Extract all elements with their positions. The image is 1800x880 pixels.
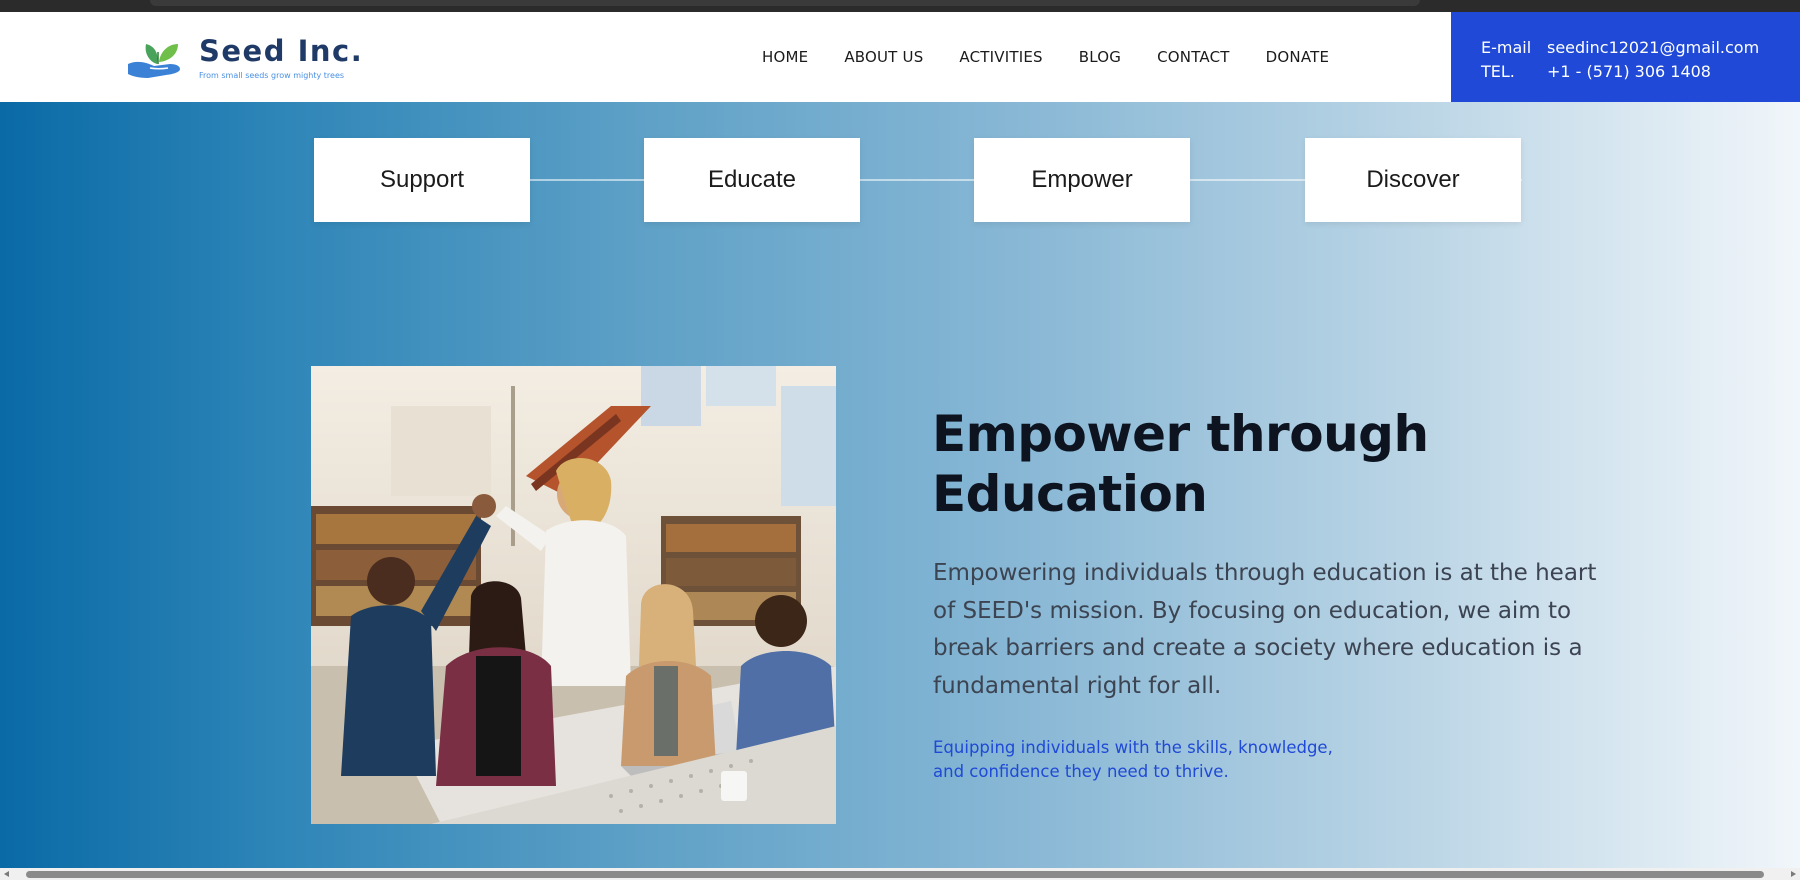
- hero-headline-line1: Empower through: [932, 405, 1429, 463]
- nav-contact[interactable]: CONTACT: [1157, 48, 1230, 66]
- hero-sub-line2: and confidence they need to thrive.: [933, 762, 1229, 781]
- nav-about-us[interactable]: ABOUT US: [844, 48, 923, 66]
- nav-donate[interactable]: DONATE: [1266, 48, 1330, 66]
- browser-tabstrip: [150, 0, 1420, 6]
- logo-title: Seed Inc.: [199, 34, 364, 68]
- hero-body-text: Empowering individuals through education…: [933, 560, 1597, 699]
- scroll-left-arrow-icon[interactable]: [4, 871, 9, 877]
- step-discover[interactable]: Discover: [1305, 138, 1521, 222]
- nav-home[interactable]: HOME: [762, 48, 808, 66]
- contact-email-row: E-mail seedinc12021@gmail.com: [1481, 36, 1800, 60]
- logo[interactable]: Seed Inc. From small seeds grow mighty t…: [126, 34, 362, 86]
- step-empower[interactable]: Empower: [974, 138, 1190, 222]
- hero-photo-illustration: [311, 366, 836, 824]
- contact-tel-row: TEL. +1 - (571) 306 1408: [1481, 60, 1800, 84]
- nav-activities[interactable]: ACTIVITIES: [959, 48, 1042, 66]
- group-high-five-library-photo: [311, 366, 836, 824]
- scroll-right-arrow-icon[interactable]: [1791, 871, 1796, 877]
- seedling-hand-icon: [128, 44, 180, 78]
- steps-row: Support Educate Empower Discover: [314, 138, 1522, 222]
- hero-sub-line1: Equipping individuals with the skills, k…: [933, 738, 1333, 757]
- scrollbar-thumb[interactable]: [26, 871, 1764, 878]
- horizontal-scrollbar[interactable]: [0, 868, 1800, 880]
- step-support[interactable]: Support: [314, 138, 530, 222]
- hero-section: Support Educate Empower Discover Empower…: [0, 102, 1800, 868]
- email-label: E-mail: [1481, 38, 1532, 57]
- hero-sub-text: Equipping individuals with the skills, k…: [933, 736, 1373, 784]
- nav-blog[interactable]: BLOG: [1079, 48, 1121, 66]
- hero-headline-line2: Education: [932, 465, 1208, 523]
- site-header: Seed Inc. From small seeds grow mighty t…: [0, 12, 1800, 102]
- email-link[interactable]: seedinc12021@gmail.com: [1547, 36, 1759, 60]
- tel-link[interactable]: +1 - (571) 306 1408: [1547, 60, 1711, 84]
- logo-tagline: From small seeds grow mighty trees: [199, 71, 345, 80]
- contact-info-box: E-mail seedinc12021@gmail.com TEL. +1 - …: [1451, 12, 1800, 102]
- tel-label: TEL.: [1481, 62, 1515, 81]
- main-nav: HOME ABOUT US ACTIVITIES BLOG CONTACT DO…: [762, 12, 1329, 102]
- hero-headline: Empower through Education: [932, 404, 1429, 524]
- step-educate[interactable]: Educate: [644, 138, 860, 222]
- browser-chrome: [0, 0, 1800, 12]
